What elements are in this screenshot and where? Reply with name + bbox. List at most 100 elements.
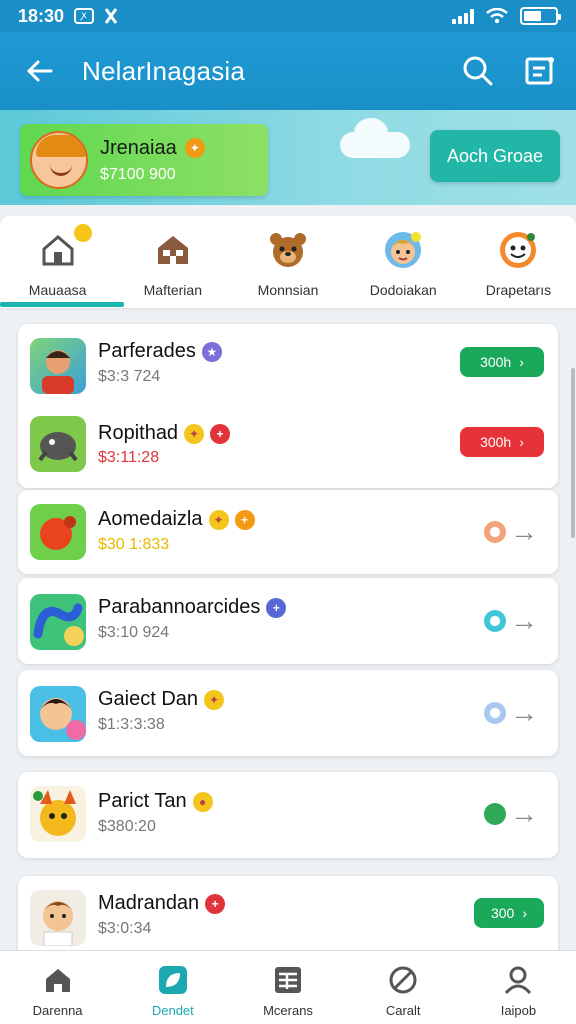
list-item[interactable]: Aomedaizla ✦ + $30 1:833 → xyxy=(18,490,558,570)
tab-category-4[interactable]: Dodoiakan xyxy=(346,216,461,308)
item-action-button[interactable]: 300h › xyxy=(460,427,544,457)
item-open[interactable]: → xyxy=(484,607,538,635)
list-card: Parferades ★ $3:3 724 300h › Ropithad ✦ + $3… xyxy=(18,324,558,488)
tab-category-3[interactable]: Monnsian xyxy=(230,216,345,308)
app-notification-icon xyxy=(104,8,118,24)
tab-category-5[interactable]: Drapetarıs xyxy=(461,216,576,308)
nav-item-cancel[interactable]: Caralt xyxy=(346,951,461,1024)
badge-icon: ✦ xyxy=(184,423,205,444)
nav-label: Dendet xyxy=(151,1003,194,1018)
list-item[interactable]: Ropithad ✦ + $3:11:28 300h › xyxy=(18,404,558,484)
wifi-icon xyxy=(486,8,508,24)
chevron-right-icon: › xyxy=(519,354,524,370)
battery-icon xyxy=(520,7,561,25)
nav-label: Mcerans xyxy=(263,1003,313,1018)
status-dot-icon xyxy=(484,610,506,632)
status-bar: 18:30 ꭗ xyxy=(0,0,576,32)
nav-item-profile[interactable]: Iaipob xyxy=(461,951,576,1024)
scrollbar[interactable] xyxy=(571,368,575,538)
block-icon xyxy=(389,966,417,994)
status-dot-icon xyxy=(484,521,506,543)
tab-label: Mauaasa xyxy=(28,282,87,298)
tab-category-2[interactable]: Mafterian xyxy=(115,216,230,308)
item-subtitle: $1:3:3:38 xyxy=(98,716,165,733)
home-outline-icon xyxy=(42,235,74,266)
nav-item-list[interactable]: Mcerans xyxy=(230,951,345,1024)
item-name: Ropithad xyxy=(98,422,179,444)
battery-level xyxy=(524,11,541,21)
item-thumbnail xyxy=(30,786,86,842)
item-action-button[interactable]: 300h › xyxy=(460,347,544,377)
tab-category-1[interactable]: Mauaasa xyxy=(0,216,115,308)
item-name: Parabannoarcides xyxy=(98,596,261,618)
item-open[interactable]: → xyxy=(484,800,538,828)
notification-icon: ꭗ xyxy=(74,8,95,24)
notification-badge xyxy=(73,224,92,242)
tab-label: Monnsian xyxy=(257,282,319,298)
item-thumbnail xyxy=(30,890,86,946)
list-item[interactable]: Parferades ★ $3:3 724 300h › xyxy=(18,324,558,404)
list-card[interactable]: Parict Tan ● $380:20 → xyxy=(18,772,558,858)
nav-label: Iaipob xyxy=(500,1003,537,1018)
item-name: Parict Tan xyxy=(98,790,187,812)
bottom-nav: Darenna Dendet Mcerans Caralt Iaipob xyxy=(0,950,576,1024)
item-subtitle: $3:10 924 xyxy=(98,624,170,641)
active-tab-indicator xyxy=(0,302,124,307)
back-arrow-icon[interactable] xyxy=(20,56,60,86)
signal-icon xyxy=(452,8,474,24)
search-icon[interactable] xyxy=(462,55,494,87)
profile-amount: $7100 900 xyxy=(100,165,176,183)
arrow-right-icon: → xyxy=(510,605,538,636)
nav-label: Darenna xyxy=(32,1003,83,1018)
item-thumbnail xyxy=(30,504,86,560)
arrow-right-icon: → xyxy=(510,697,538,728)
item-name: Parferades xyxy=(98,340,196,362)
cloud-decoration xyxy=(340,118,410,158)
item-action-label: 300h xyxy=(480,354,512,370)
list-card[interactable]: Gaiect Dan ✦ $1:3:3:38 → xyxy=(18,670,558,756)
home-icon xyxy=(45,969,70,992)
category-tabs: Mauaasa Mafterian Monnsian Dodoiakan Dra… xyxy=(0,216,576,308)
item-subtitle: $380:20 xyxy=(98,818,156,835)
list-item[interactable]: Gaiect Dan ✦ $1:3:3:38 → xyxy=(18,670,558,750)
profile-card[interactable]: Jrenaiaa ✦ $7100 900 xyxy=(20,124,268,196)
list-item[interactable]: Madrandan + $3:0:34 300 › xyxy=(18,876,558,956)
item-action-label: 300 xyxy=(490,905,515,921)
chevron-right-icon: › xyxy=(519,434,524,450)
nav-item-active[interactable]: Dendet xyxy=(115,951,230,1024)
item-open[interactable]: → xyxy=(484,518,538,546)
menu-icon[interactable] xyxy=(524,55,556,87)
badge-icon: ✦ xyxy=(208,509,229,530)
list-card[interactable]: Aomedaizla ✦ + $30 1:833 → xyxy=(18,490,558,574)
item-action-button[interactable]: 300 › xyxy=(474,898,544,928)
item-thumbnail xyxy=(30,686,86,742)
page-title: NelarInagasia xyxy=(82,55,246,86)
item-thumbnail xyxy=(30,416,86,472)
smiley-character-icon xyxy=(500,232,537,268)
nav-label: Caralt xyxy=(385,1003,421,1018)
list-item[interactable]: Parabannoarcides + $3:10 924 → xyxy=(18,578,558,658)
badge-icon: ● xyxy=(192,791,213,812)
arrow-right-icon: → xyxy=(510,798,538,829)
house-icon xyxy=(157,236,188,264)
item-subtitle: $3:3 724 xyxy=(98,368,161,385)
list-card[interactable]: Parabannoarcides + $3:10 924 → xyxy=(18,578,558,664)
chevron-right-icon: › xyxy=(522,905,528,921)
user-icon xyxy=(505,966,532,995)
banner-action-button[interactable]: Aoch Groae xyxy=(430,130,560,182)
badge-icon: + xyxy=(266,597,287,618)
item-subtitle: $3:0:34 xyxy=(98,920,152,937)
badge-icon: + xyxy=(205,893,226,914)
arrow-right-icon: → xyxy=(510,516,538,547)
tab-label: Drapetarıs xyxy=(485,282,552,298)
app-bar: NelarInagasia xyxy=(0,32,576,110)
tab-label: Mafterian xyxy=(143,282,202,298)
item-open[interactable]: → xyxy=(484,699,538,727)
nav-item-home[interactable]: Darenna xyxy=(0,951,115,1024)
item-subtitle: $3:11:28 xyxy=(98,449,160,466)
badge-icon: ★ xyxy=(201,341,222,362)
item-thumbnail xyxy=(30,338,86,394)
list-item[interactable]: Parict Tan ● $380:20 → xyxy=(18,772,558,852)
clock: 18:30 xyxy=(18,5,65,26)
status-dot-icon xyxy=(484,803,506,825)
